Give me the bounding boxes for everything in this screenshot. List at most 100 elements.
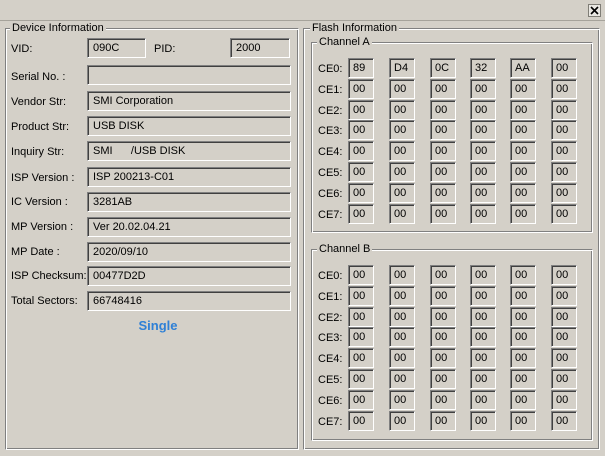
close-button[interactable]	[588, 4, 601, 17]
channel-a-title: Channel A	[317, 35, 372, 49]
channel-b-ce0-byte0: 00	[348, 265, 374, 285]
channel-b-ce4-byte5: 00	[551, 348, 577, 368]
channel-a-ce3-byte5: 00	[551, 120, 577, 140]
channel-b-ce6-label: CE6:	[318, 395, 343, 407]
mp-date-field: 2020/09/10	[87, 242, 291, 262]
channel-a-ce1-byte3: 00	[470, 79, 496, 99]
channel-a-ce2-byte2: 00	[430, 100, 456, 120]
channel-b-ce2-byte1: 00	[389, 307, 415, 327]
channel-b-ce3-byte5: 00	[551, 327, 577, 347]
channel-a-ce6-label: CE6:	[318, 188, 343, 200]
channel-a-ce6-byte3: 00	[470, 183, 496, 203]
device-information-title: Device Information	[10, 21, 106, 35]
channel-b-ce6-byte4: 00	[510, 390, 536, 410]
serial-field	[87, 65, 291, 85]
channel-a-ce3-byte3: 00	[470, 120, 496, 140]
channel-a-ce1-byte5: 00	[551, 79, 577, 99]
mp-date-label: MP Date :	[11, 246, 60, 258]
channel-b-ce0-byte3: 00	[470, 265, 496, 285]
channel-a-ce7-byte4: 00	[510, 204, 536, 224]
channel-b-ce4-label: CE4:	[318, 353, 343, 365]
channel-a-ce4-byte0: 00	[348, 141, 374, 161]
isp-version-label: ISP Version :	[11, 172, 75, 184]
channel-b-ce3-byte1: 00	[389, 327, 415, 347]
channel-a-ce5-byte1: 00	[389, 162, 415, 182]
channel-a-ce0-byte3: 32	[470, 58, 496, 78]
channel-a-ce0-byte1: D4	[389, 58, 415, 78]
pid-field: 2000	[230, 38, 290, 58]
isp-checksum-label: ISP Checksum:	[11, 270, 87, 282]
channel-b-ce5-label: CE5:	[318, 374, 343, 386]
channel-b-ce6-byte0: 00	[348, 390, 374, 410]
channel-b-ce5-byte4: 00	[510, 369, 536, 389]
channel-a-ce4-byte5: 00	[551, 141, 577, 161]
channel-a-ce5-byte3: 00	[470, 162, 496, 182]
channel-b-ce2-byte0: 00	[348, 307, 374, 327]
channel-b-ce7-byte0: 00	[348, 411, 374, 431]
channel-b-ce6-byte5: 00	[551, 390, 577, 410]
channel-b-ce3-label: CE3:	[318, 332, 343, 344]
channel-b-ce0-label: CE0:	[318, 270, 343, 282]
channel-a-ce1-byte2: 00	[430, 79, 456, 99]
channel-a-ce6-byte0: 00	[348, 183, 374, 203]
serial-label: Serial No. :	[11, 71, 66, 83]
vid-field: 090C	[87, 38, 146, 58]
channel-a-ce0-byte4: AA	[510, 58, 536, 78]
channel-a-ce5-byte2: 00	[430, 162, 456, 182]
channel-a-ce2-byte0: 00	[348, 100, 374, 120]
channel-a-ce2-byte5: 00	[551, 100, 577, 120]
channel-b-ce3-byte3: 00	[470, 327, 496, 347]
channel-b-ce5-byte1: 00	[389, 369, 415, 389]
channel-a-ce7-byte5: 00	[551, 204, 577, 224]
channel-b-ce1-byte2: 00	[430, 286, 456, 306]
channel-a-ce3-byte1: 00	[389, 120, 415, 140]
channel-a-ce2-byte3: 00	[470, 100, 496, 120]
vendor-field: SMI Corporation	[87, 91, 291, 111]
channel-b-ce7-byte5: 00	[551, 411, 577, 431]
channel-a-ce1-byte1: 00	[389, 79, 415, 99]
channel-a-ce3-byte0: 00	[348, 120, 374, 140]
channel-a-ce0-byte5: 00	[551, 58, 577, 78]
channel-a-ce1-label: CE1:	[318, 84, 343, 96]
total-sectors-field: 66748416	[87, 291, 291, 311]
channel-b-ce1-byte0: 00	[348, 286, 374, 306]
mode-status: Single	[138, 318, 178, 333]
channel-b-ce0-byte1: 00	[389, 265, 415, 285]
channel-b-ce1-byte1: 00	[389, 286, 415, 306]
channel-b-ce0-byte2: 00	[430, 265, 456, 285]
channel-b-ce2-label: CE2:	[318, 312, 343, 324]
close-icon	[590, 6, 599, 15]
channel-b-ce5-byte5: 00	[551, 369, 577, 389]
channel-b-ce6-byte1: 00	[389, 390, 415, 410]
product-label: Product Str:	[11, 121, 70, 133]
channel-a-ce6-byte1: 00	[389, 183, 415, 203]
channel-b-ce4-byte4: 00	[510, 348, 536, 368]
channel-b-ce2-byte3: 00	[470, 307, 496, 327]
channel-b-ce1-byte5: 00	[551, 286, 577, 306]
channel-b-ce2-byte5: 00	[551, 307, 577, 327]
inquiry-field: SMI /USB DISK	[87, 141, 291, 161]
mp-version-label: MP Version :	[11, 221, 74, 233]
channel-a-ce5-byte5: 00	[551, 162, 577, 182]
channel-a-ce2-byte4: 00	[510, 100, 536, 120]
channel-a-ce1-byte4: 00	[510, 79, 536, 99]
channel-a-ce4-byte3: 00	[470, 141, 496, 161]
channel-a-ce0-label: CE0:	[318, 63, 343, 75]
channel-a-ce6-byte4: 00	[510, 183, 536, 203]
channel-b-ce1-byte3: 00	[470, 286, 496, 306]
channel-b-ce2-byte4: 00	[510, 307, 536, 327]
channel-a-ce3-byte4: 00	[510, 120, 536, 140]
channel-a-ce4-byte1: 00	[389, 141, 415, 161]
ic-version-field: 3281AB	[87, 192, 291, 212]
channel-a-ce4-byte2: 00	[430, 141, 456, 161]
title-bar	[0, 0, 605, 21]
vid-label: VID:	[11, 43, 33, 55]
pid-label: PID:	[154, 43, 176, 55]
channel-a-ce5-byte4: 00	[510, 162, 536, 182]
channel-a-ce5-byte0: 00	[348, 162, 374, 182]
channel-b-ce7-byte3: 00	[470, 411, 496, 431]
mp-version-field: Ver 20.02.04.21	[87, 217, 291, 237]
channel-b-title: Channel B	[317, 242, 373, 256]
channel-b-ce7-byte2: 00	[430, 411, 456, 431]
ic-version-label: IC Version :	[11, 196, 68, 208]
